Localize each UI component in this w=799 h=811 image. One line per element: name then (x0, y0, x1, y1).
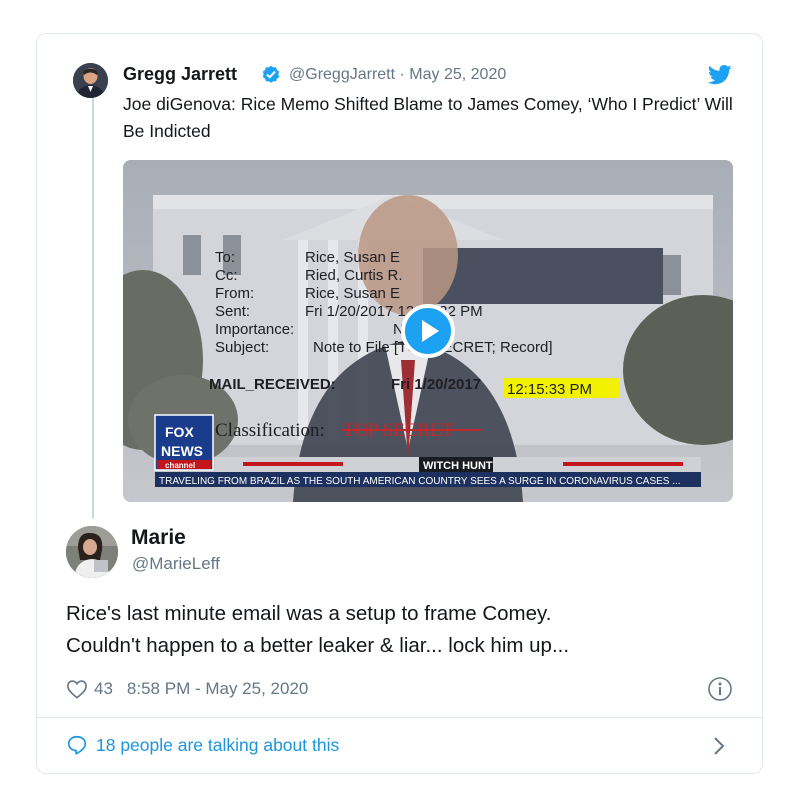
quoted-tweet-text: Joe diGenova: Rice Memo Shifted Blame to… (123, 94, 733, 141)
memo-value-from: Rice, Susan E (305, 285, 400, 302)
memo-label-importance: Importance: (215, 321, 294, 338)
twitter-bird-icon[interactable] (708, 64, 732, 86)
speech-bubble-icon (67, 735, 87, 755)
footer-divider (37, 717, 762, 718)
verified-badge-icon (262, 65, 280, 83)
video-thumbnail[interactable]: To: Cc: From: Sent: Importance: Subject:… (123, 160, 733, 502)
memo-label-sent: Sent: (215, 303, 250, 320)
quoted-handle[interactable]: @GreggJarrett (289, 66, 395, 83)
fox-news-logo: FOX NEWS channel (154, 414, 214, 471)
conversation-link[interactable]: 18 people are talking about this (66, 731, 339, 759)
memo-label-to: To: (215, 249, 235, 266)
svg-text:NEWS: NEWS (161, 443, 203, 459)
video-bar-text: WITCH HUNT (423, 460, 493, 472)
memo-label-subject: Subject: (215, 339, 269, 356)
memo-value-to: Rice, Susan E (305, 249, 400, 266)
memo-label-cc: Cc: (215, 267, 238, 284)
svg-text:FOX: FOX (165, 424, 194, 440)
memo-label-from: From: (215, 285, 254, 302)
author-name[interactable]: Marie (131, 526, 186, 550)
tweet-text-line-1: Rice's last minute email was a setup to … (66, 602, 552, 625)
play-button-icon[interactable] (401, 304, 455, 358)
chevron-right-icon[interactable] (712, 736, 726, 756)
info-icon[interactable] (707, 676, 733, 702)
quoted-meta: @GreggJarrett · May 25, 2020 (289, 66, 506, 84)
talking-count-text: 18 people are talking about this (96, 734, 340, 755)
memo-value-cc: Ried, Curtis R. (305, 267, 403, 284)
heart-icon[interactable] (66, 679, 88, 699)
author-handle[interactable]: @MarieLeff (132, 554, 220, 574)
like-count[interactable]: 43 (94, 679, 113, 699)
classification-label: Classification: (215, 420, 325, 441)
tweet-stats: 43 8:58 PM - May 25, 2020 (66, 675, 308, 703)
meta-separator: · (399, 66, 405, 83)
thread-connector-line (92, 98, 94, 518)
memo-time-highlight: 12:15:33 PM (507, 381, 592, 398)
avatar-marie[interactable] (66, 526, 118, 578)
quoted-author-name[interactable]: Gregg Jarrett (123, 64, 237, 85)
avatar-gregg-jarrett[interactable] (73, 63, 108, 98)
svg-text:channel: channel (165, 461, 195, 470)
memo-value-mail-received: Fri 1/20/2017 (391, 376, 481, 393)
video-ticker: TRAVELING FROM BRAZIL AS THE SOUTH AMERI… (159, 476, 681, 487)
tweet-text: Rice's last minute email was a setup to … (66, 598, 736, 662)
memo-label-mail-received: MAIL_RECEIVED: (209, 376, 336, 393)
memo-value-sent: Fri 1/20/2017 12:15:32 PM (305, 303, 483, 320)
quoted-date[interactable]: May 25, 2020 (409, 66, 506, 83)
tweet-text-line-2: Couldn't happen to a better leaker & lia… (66, 634, 570, 657)
tweet-timestamp[interactable]: 8:58 PM - May 25, 2020 (127, 679, 308, 699)
